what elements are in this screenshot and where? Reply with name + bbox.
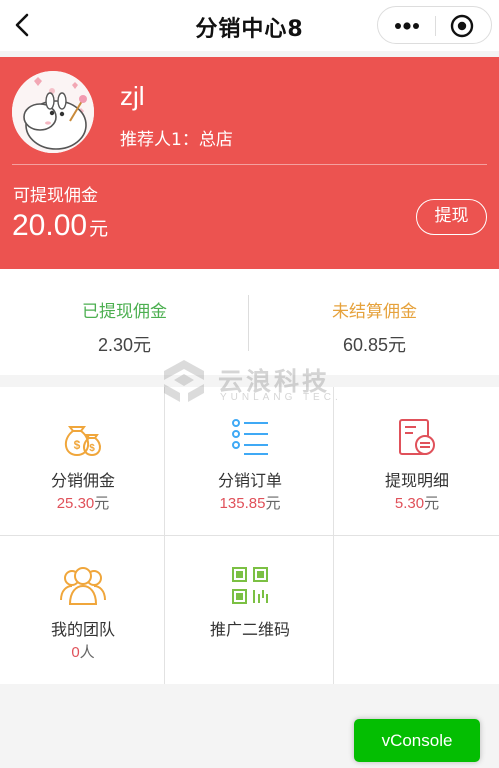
more-dots-icon[interactable] — [392, 15, 422, 37]
grid-item-orders[interactable]: 分销订单 135.85元 — [167, 387, 333, 535]
stat-withdrawn[interactable]: 已提现佣金 2.30元 — [0, 269, 249, 375]
stat-divider — [248, 295, 249, 351]
qr-code-icon — [232, 567, 268, 604]
withdraw-button[interactable]: 提现 — [416, 199, 487, 235]
grid-item-label: 分销订单 — [217, 471, 282, 490]
moomin-avatar — [12, 71, 94, 153]
grid-item-value: 0人 — [0, 641, 166, 662]
grid-item-qr-code[interactable]: 推广二维码 — [167, 536, 333, 684]
money-bags-icon: $ $ — [65, 426, 101, 457]
grid-item-number: 0 — [71, 644, 80, 661]
withdrawable-unit: 元 — [89, 219, 109, 240]
target-circle-icon[interactable] — [450, 14, 474, 38]
header-divider — [12, 164, 487, 165]
team-icon — [60, 567, 106, 605]
stat-value: 60.85元 — [342, 335, 407, 355]
capsule-divider — [435, 16, 436, 36]
receipt-exchange-icon — [399, 419, 435, 455]
grid-item-commission[interactable]: $ $ 分销佣金 25.30元 — [0, 387, 166, 535]
grid-item-withdraw-detail[interactable]: 提现明细 5.30元 — [334, 387, 499, 535]
menu-grid: $ $ 分销佣金 25.30元 分销订单 135.85元 提现明细 5.30元 … — [0, 387, 499, 684]
grid-item-label: 分销佣金 — [50, 471, 115, 490]
grid-item-number: 25.30 — [56, 495, 95, 512]
grid-item-value: 135.85元 — [167, 492, 333, 513]
list-icon — [232, 419, 268, 455]
withdrawable-amount: 20.00 元 — [12, 209, 108, 243]
withdrawable-label: 可提现佣金 — [13, 186, 98, 206]
profile-header: zjl 推荐人1：总店 可提现佣金 20.00 元 提现 — [0, 57, 499, 269]
stat-label: 已提现佣金 — [82, 302, 167, 322]
grid-item-value: 25.30元 — [0, 492, 166, 513]
grid-item-label: 提现明细 — [384, 471, 449, 490]
nav-bar: 分销中心8 — [0, 0, 499, 51]
grid-item-label: 推广二维码 — [209, 620, 290, 639]
svg-text:$: $ — [74, 438, 81, 452]
stat-label: 未结算佣金 — [332, 302, 417, 322]
avatar[interactable] — [12, 71, 94, 153]
grid-item-unit: 人 — [79, 644, 95, 661]
commission-stats: 已提现佣金 2.30元 未结算佣金 60.85元 — [0, 269, 499, 375]
grid-item-unit: 元 — [424, 495, 440, 512]
grid-item-team[interactable]: 我的团队 0人 — [0, 536, 166, 684]
referrer-text: 推荐人1：总店 — [120, 130, 233, 150]
grid-item-unit: 元 — [94, 495, 110, 512]
svg-text:$: $ — [89, 443, 95, 454]
username: zjl — [120, 81, 145, 111]
mini-program-capsule — [377, 6, 492, 44]
stat-value: 2.30元 — [97, 335, 152, 355]
stat-unsettled[interactable]: 未结算佣金 60.85元 — [250, 269, 499, 375]
grid-item-number: 5.30 — [394, 495, 425, 512]
withdrawable-amount-value: 20.00 — [12, 209, 88, 242]
grid-item-number: 135.85 — [219, 495, 266, 512]
grid-item-unit: 元 — [265, 495, 281, 512]
grid-item-value: 5.30元 — [334, 492, 499, 513]
vconsole-button[interactable]: vConsole — [354, 719, 480, 762]
grid-item-label: 我的团队 — [50, 620, 115, 639]
